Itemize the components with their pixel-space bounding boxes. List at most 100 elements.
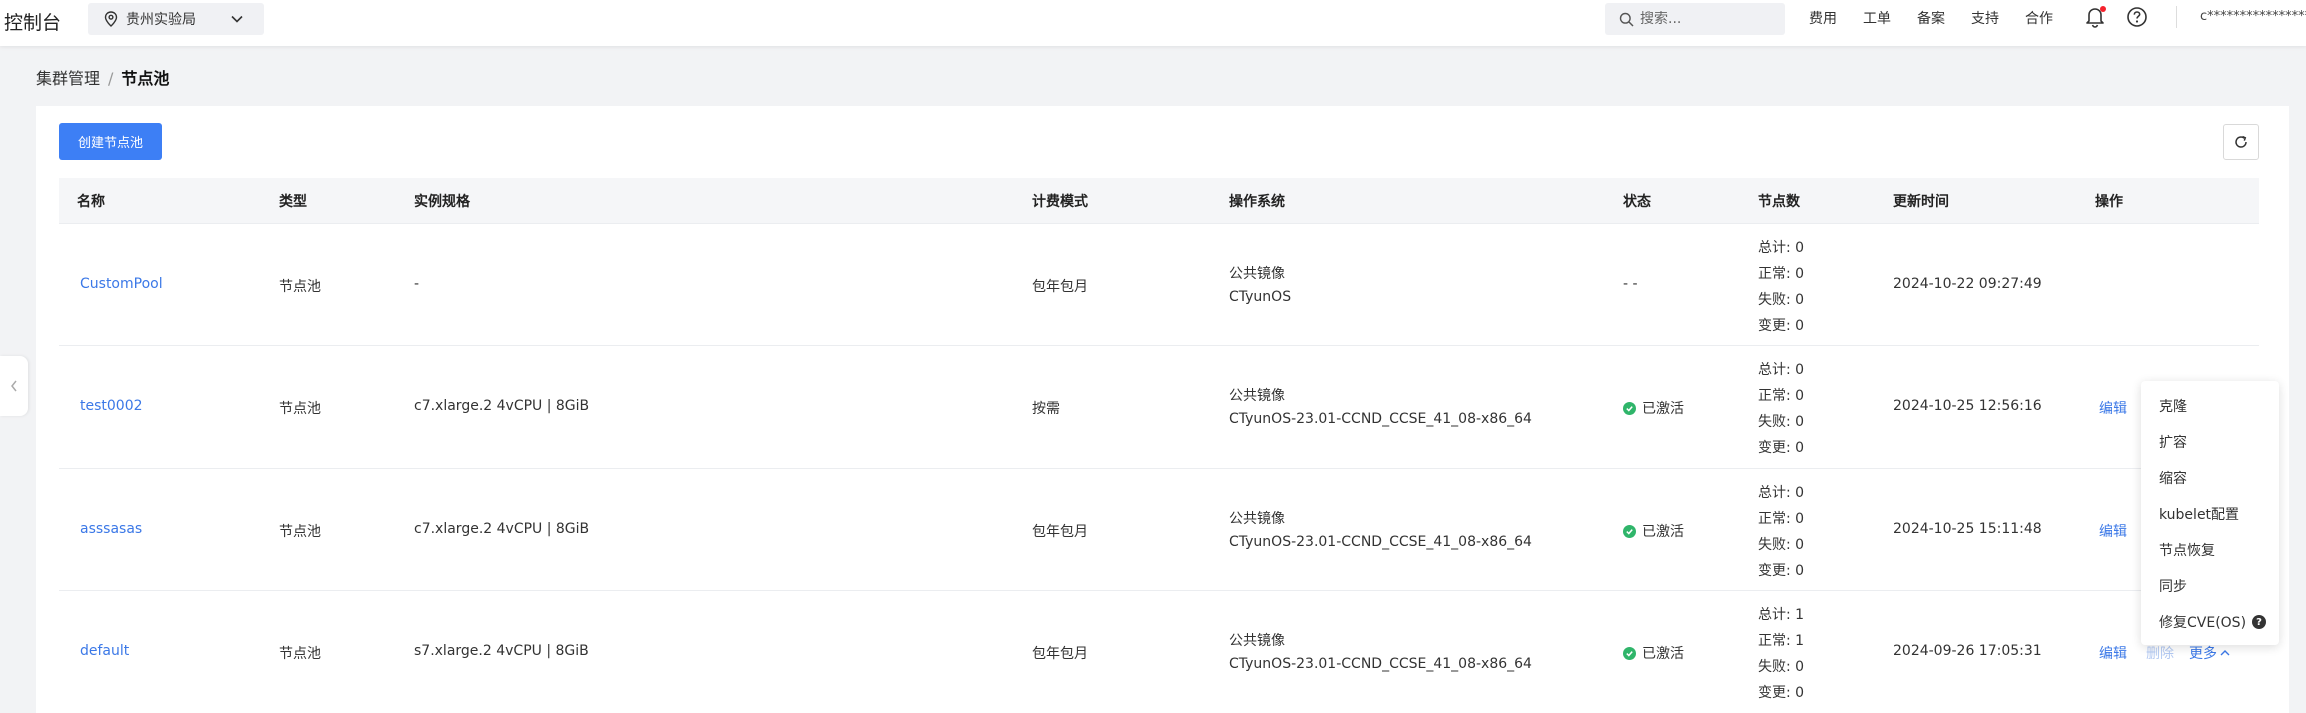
edit-link[interactable]: 编辑 — [2099, 521, 2127, 541]
nav-ticket[interactable]: 工单 — [1863, 8, 1891, 28]
breadcrumb-current: 节点池 — [121, 69, 170, 88]
menu-item-fix-cve-label: 修复CVE(OS) — [2159, 615, 2247, 631]
more-label: 更多 — [2189, 646, 2217, 662]
nodepool-name-link[interactable]: asssasas — [80, 521, 142, 537]
nav-billing[interactable]: 费用 — [1809, 8, 1837, 28]
status-text: 已激活 — [1642, 646, 1684, 662]
nodes-failed: 失败: 0 — [1758, 537, 1805, 553]
nodes-total: 总计: 1 — [1758, 607, 1805, 623]
refresh-icon — [2235, 135, 2247, 148]
nodepool-os-source: 公共镜像 — [1229, 633, 1285, 649]
notification-dot — [2100, 6, 2106, 12]
breadcrumb-separator: / — [108, 69, 114, 88]
nodepool-type: 节点池 — [279, 279, 321, 295]
delete-link[interactable]: 删除 — [2146, 643, 2174, 663]
nodepool-type: 节点池 — [279, 401, 321, 417]
menu-item-sync[interactable]: 同步 — [2159, 576, 2187, 596]
row-divider — [59, 468, 2259, 469]
help-icon[interactable] — [2126, 6, 2148, 32]
nodepool-os-image: CTyunOS-23.01-CCND_CCSE_41_08-x86_64 — [1229, 534, 1532, 550]
col-type: 类型 — [279, 194, 307, 210]
chevron-up-icon — [2220, 650, 2230, 656]
nodepool-os-source: 公共镜像 — [1229, 388, 1285, 404]
refresh-button[interactable] — [2223, 124, 2259, 160]
edit-link[interactable]: 编辑 — [2099, 643, 2127, 663]
notification-bell-icon[interactable] — [2085, 6, 2106, 32]
nodepool-os-source: 公共镜像 — [1229, 511, 1285, 527]
nodes-total: 总计: 0 — [1758, 240, 1805, 256]
nodes-changing: 变更: 0 — [1758, 563, 1805, 579]
nodes-failed: 失败: 0 — [1758, 414, 1805, 430]
col-os: 操作系统 — [1229, 194, 1285, 210]
check-circle-icon — [1623, 646, 1636, 660]
breadcrumb: 集群管理 / 节点池 — [36, 65, 169, 89]
region-label: 贵州实验局 — [126, 12, 196, 28]
col-actions: 操作 — [2095, 194, 2123, 210]
nodes-failed: 失败: 0 — [1758, 292, 1805, 308]
search-box[interactable] — [1605, 3, 1785, 35]
chevron-down-icon — [231, 15, 243, 23]
nodepool-updated: 2024-10-25 15:11:48 — [1893, 521, 2042, 537]
nodepool-type: 节点池 — [279, 524, 321, 540]
menu-item-kubelet-config[interactable]: kubelet配置 — [2159, 504, 2239, 524]
nodepool-name-link[interactable]: test0002 — [80, 398, 143, 414]
nodepool-updated: 2024-09-26 17:05:31 — [1893, 643, 2042, 659]
nodes-normal: 正常: 0 — [1758, 388, 1805, 404]
nodepool-updated: 2024-10-25 12:56:16 — [1893, 398, 2042, 414]
nodepool-os-image: CTyunOS — [1229, 289, 1292, 305]
nav-partner[interactable]: 合作 — [2025, 8, 2053, 28]
col-updated: 更新时间 — [1893, 194, 1949, 210]
nodes-changing: 变更: 0 — [1758, 318, 1805, 334]
row-divider — [59, 590, 2259, 591]
nodepool-spec: c7.xlarge.2 4vCPU | 8GiB — [414, 521, 590, 537]
nodepool-spec: - — [414, 276, 420, 292]
nodepool-spec: s7.xlarge.2 4vCPU | 8GiB — [414, 643, 589, 659]
nodepool-billing: 包年包月 — [1032, 646, 1088, 662]
nodes-total: 总计: 0 — [1758, 362, 1805, 378]
row-divider — [59, 345, 2259, 346]
sidebar-expand-handle[interactable] — [0, 356, 28, 416]
nodes-normal: 正常: 0 — [1758, 266, 1805, 282]
status-text: 已激活 — [1642, 401, 1684, 417]
nodes-normal: 正常: 0 — [1758, 511, 1805, 527]
location-pin-icon — [104, 11, 118, 27]
search-input[interactable] — [1640, 11, 1770, 27]
status-text: 已激活 — [1642, 524, 1684, 540]
question-circle-icon[interactable]: ? — [2252, 615, 2267, 629]
row-divider — [59, 223, 2259, 224]
account-name[interactable]: c****************3 — [2200, 9, 2306, 24]
menu-item-fix-cve[interactable]: 修复CVE(OS) ? — [2159, 612, 2267, 632]
nodes-total: 总计: 0 — [1758, 485, 1805, 501]
chevron-left-icon — [11, 380, 17, 392]
nodepool-billing: 按需 — [1032, 401, 1060, 417]
breadcrumb-parent[interactable]: 集群管理 — [36, 69, 100, 88]
check-circle-icon — [1623, 524, 1636, 538]
nodepool-name-link[interactable]: CustomPool — [80, 276, 163, 292]
menu-item-scale-in[interactable]: 缩容 — [2159, 468, 2187, 488]
edit-link[interactable]: 编辑 — [2099, 398, 2127, 418]
col-name: 名称 — [77, 194, 105, 210]
console-brand[interactable]: 控制台 — [4, 8, 61, 35]
create-nodepool-button[interactable]: 创建节点池 — [59, 123, 162, 160]
menu-item-clone[interactable]: 克隆 — [2159, 396, 2187, 416]
menu-item-node-recover[interactable]: 节点恢复 — [2159, 540, 2215, 560]
nodepool-updated: 2024-10-22 09:27:49 — [1893, 276, 2042, 292]
nav-support[interactable]: 支持 — [1971, 8, 1999, 28]
nodepool-name-link[interactable]: default — [80, 643, 129, 659]
nodes-failed: 失败: 0 — [1758, 659, 1805, 675]
nodes-normal: 正常: 1 — [1758, 633, 1805, 649]
nodepool-status: 已激活 — [1623, 521, 1684, 541]
nodepool-status: - - — [1623, 276, 1638, 292]
menu-item-scale-out[interactable]: 扩容 — [2159, 432, 2187, 452]
nav-filing[interactable]: 备案 — [1917, 8, 1945, 28]
more-actions-trigger[interactable]: 更多 — [2189, 643, 2231, 663]
region-selector[interactable]: 贵州实验局 — [88, 3, 264, 35]
nodepool-status: 已激活 — [1623, 398, 1684, 418]
nodepool-os-image: CTyunOS-23.01-CCND_CCSE_41_08-x86_64 — [1229, 656, 1532, 672]
check-circle-icon — [1623, 401, 1636, 415]
nodepool-billing: 包年包月 — [1032, 524, 1088, 540]
more-actions-menu: 克隆 扩容 缩容 kubelet配置 节点恢复 同步 修复CVE(OS) ? — [2141, 381, 2279, 645]
nodepool-billing: 包年包月 — [1032, 279, 1088, 295]
top-bar: 控制台 贵州实验局 费用 工单 备案 支持 合作 — [0, 0, 2306, 46]
nodepool-os-source: 公共镜像 — [1229, 266, 1285, 282]
